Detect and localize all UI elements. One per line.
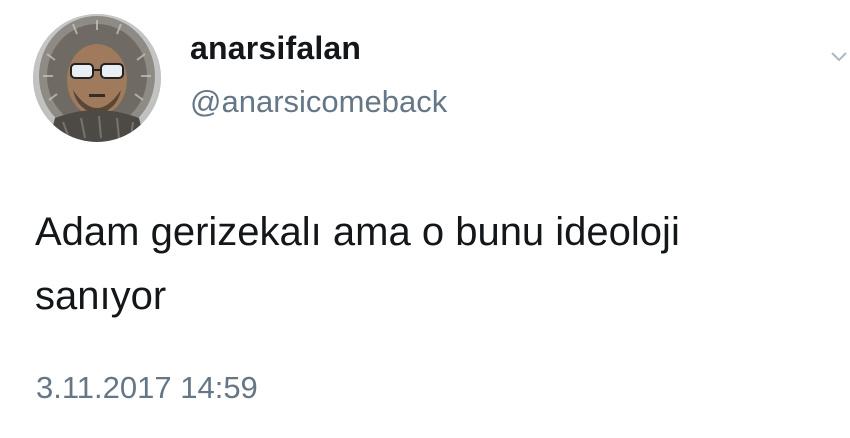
tweet-text: Adam gerizekalı ama o bunu ideoloji sanı… <box>35 200 835 328</box>
chevron-down-icon[interactable] <box>829 46 849 66</box>
display-name[interactable]: anarsifalan <box>190 30 361 67</box>
tweet-text-line: sanıyor <box>35 274 167 318</box>
tweet-text-line: Adam gerizekalı ama o bunu ideoloji <box>35 210 680 254</box>
user-handle[interactable]: @anarsicomeback <box>190 84 447 120</box>
tweet-timestamp[interactable]: 3.11.2017 14:59 <box>36 370 258 406</box>
avatar-image <box>33 14 161 142</box>
tweet-card: anarsifalan @anarsicomeback Adam gerizek… <box>0 0 850 438</box>
avatar[interactable] <box>33 14 161 142</box>
